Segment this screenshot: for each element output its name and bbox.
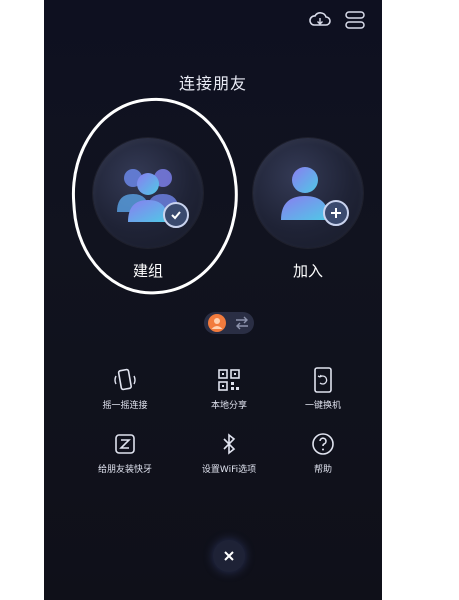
close-icon <box>224 551 234 561</box>
user-avatar-icon <box>208 314 226 332</box>
plus-badge-icon <box>323 200 349 226</box>
join-button[interactable] <box>253 138 363 248</box>
install-for-friend-label: 给朋友装快牙 <box>97 465 152 475</box>
create-group-label: 建组 <box>132 262 163 280</box>
toggle-icon[interactable] <box>344 10 366 34</box>
close-button[interactable] <box>213 540 245 572</box>
shake-connect-item[interactable]: 摇一摇连接 <box>69 366 181 411</box>
create-group-button[interactable] <box>93 138 203 248</box>
people-group-icon <box>117 169 179 222</box>
page-title: 连接朋友 <box>178 74 247 93</box>
app-screen: 连接朋友 建组 加入 摇一摇连接 本地分享 一键换机 给朋友装快牙 设置WiFi… <box>44 0 382 600</box>
help-icon <box>267 430 379 458</box>
shake-connect-label: 摇一摇连接 <box>102 401 148 411</box>
swap-toggle[interactable] <box>204 312 254 334</box>
shake-phone-icon <box>69 366 181 394</box>
install-app-icon <box>69 430 181 458</box>
help-label: 帮助 <box>313 465 332 475</box>
cloud-sync-icon[interactable] <box>308 10 332 34</box>
join-label: 加入 <box>292 262 323 280</box>
phone-clone-icon <box>267 366 379 394</box>
check-badge-icon <box>163 202 189 228</box>
help-item[interactable]: 帮助 <box>267 430 379 475</box>
phone-clone-item[interactable]: 一键换机 <box>267 366 379 411</box>
install-for-friend-item[interactable]: 给朋友装快牙 <box>69 430 181 475</box>
person-icon <box>281 167 329 220</box>
phone-clone-label: 一键换机 <box>304 401 341 411</box>
swap-arrows-icon <box>236 316 248 330</box>
